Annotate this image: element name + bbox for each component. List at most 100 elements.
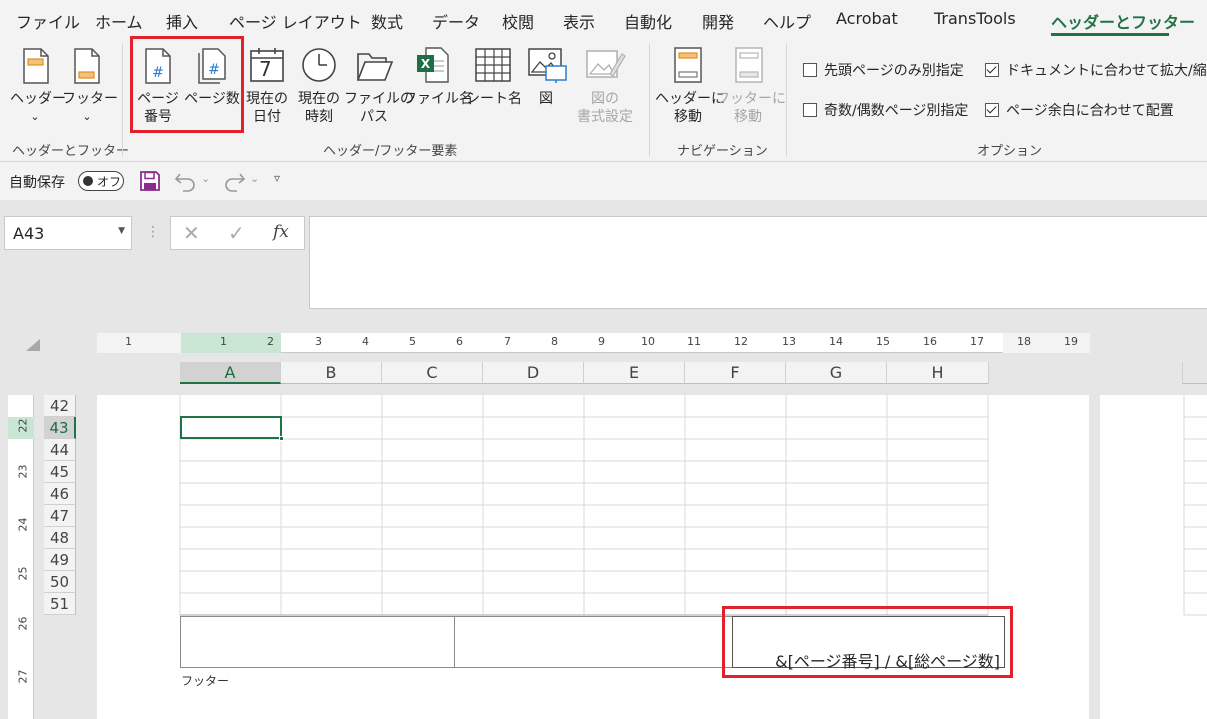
file-name-label: ファイル名 (403, 91, 473, 107)
row-header-47[interactable]: 47 (44, 505, 76, 527)
row-header-43[interactable]: 43 (44, 417, 76, 439)
column-header-g[interactable]: G (786, 362, 887, 384)
active-tab-underline (1051, 33, 1169, 36)
row-header-45[interactable]: 45 (44, 461, 76, 483)
footer-button[interactable]: フッター ⌄ (62, 90, 118, 126)
current-time-label-2: 時刻 (305, 109, 333, 125)
ruler-margin-left (97, 333, 181, 353)
goto-footer-button[interactable]: フッターに 移動 (716, 90, 786, 126)
caret-down-icon[interactable]: ▼ (118, 226, 125, 236)
tab-home[interactable]: ホーム (95, 9, 143, 33)
row-header-44[interactable]: 44 (44, 439, 76, 461)
tab-review[interactable]: 校閲 (502, 9, 534, 33)
row-header-42[interactable]: 42 (44, 395, 76, 417)
column-header-c[interactable]: C (382, 362, 483, 384)
sheet-area: 1 1 2 3 4 5 6 7 8 9 10 11 12 13 14 15 16… (0, 315, 1207, 719)
name-box[interactable]: A43 ▼ (4, 216, 132, 250)
tab-file[interactable]: ファイル (16, 9, 80, 33)
autosave-toggle[interactable]: オフ (78, 171, 124, 191)
column-header-f[interactable]: F (685, 362, 786, 384)
confirm-icon[interactable]: ✓ (228, 221, 245, 245)
tab-automate[interactable]: 自動化 (624, 9, 672, 33)
tab-view[interactable]: 表示 (563, 9, 595, 33)
column-header-a[interactable]: A (180, 362, 281, 384)
ruler-number: 11 (687, 335, 701, 348)
goto-header-label-1: ヘッダーに (655, 91, 725, 107)
ruler-number: 12 (734, 335, 748, 348)
ruler-number: 3 (315, 335, 322, 348)
cancel-icon[interactable]: ✕ (183, 221, 200, 245)
checkbox-align-with-margins[interactable] (985, 103, 999, 117)
option-scale-with-document[interactable]: ドキュメントに合わせて拡大/縮小 (985, 60, 1207, 80)
fill-handle[interactable] (279, 436, 284, 441)
row-header-46[interactable]: 46 (44, 483, 76, 505)
active-cell-a43[interactable] (180, 416, 282, 439)
formula-button-group: ✕ ✓ fx (170, 216, 305, 250)
vertical-ruler-number: 23 (16, 464, 30, 479)
tab-developer[interactable]: 開発 (702, 9, 734, 33)
tab-insert[interactable]: 挿入 (166, 9, 198, 33)
undo-icon[interactable] (174, 170, 198, 196)
file-name-button[interactable]: ファイル名 (403, 90, 473, 108)
column-header-h[interactable]: H (887, 362, 989, 384)
chevron-down-icon: ⌄ (82, 110, 92, 123)
group-separator (649, 44, 650, 156)
clock-icon (301, 47, 337, 87)
save-icon[interactable] (140, 171, 160, 195)
next-page-preview (1100, 395, 1207, 719)
header-button[interactable]: ヘッダー ⌄ (10, 90, 66, 126)
tab-transtools[interactable]: TransTools (934, 9, 1016, 28)
option-different-odd-even[interactable]: 奇数/偶数ページ別指定 (803, 100, 968, 120)
customize-qat-icon[interactable]: ▿ (274, 171, 280, 185)
row-header-48[interactable]: 48 (44, 527, 76, 549)
select-all-corner[interactable] (26, 339, 40, 351)
option-align-with-margins[interactable]: ページ余白に合わせて配置 (985, 100, 1174, 120)
format-picture-button[interactable]: 図の 書式設定 (570, 90, 640, 126)
goto-header-button[interactable]: ヘッダーに 移動 (655, 90, 725, 126)
ruler-number: 16 (923, 335, 937, 348)
row-header-49[interactable]: 49 (44, 549, 76, 571)
footer-button-label: フッター (62, 91, 118, 107)
ruler-number: 1 (220, 335, 227, 348)
chevron-down-icon[interactable]: ⌄ (201, 172, 210, 185)
current-time-button[interactable]: 現在の 時刻 (294, 90, 344, 126)
next-page-grid (1183, 395, 1207, 616)
file-path-label-2: パス (360, 109, 388, 125)
calendar-day: 7 (259, 57, 272, 81)
picture-button[interactable]: 図 (531, 90, 561, 108)
tab-data[interactable]: データ (432, 9, 480, 33)
autosave-state: オフ (97, 175, 122, 189)
goto-footer-label-2: 移動 (734, 109, 762, 125)
row-header-50[interactable]: 50 (44, 571, 76, 593)
current-date-button[interactable]: 現在の 日付 (242, 90, 292, 126)
tab-header-footer[interactable]: ヘッダーとフッター (1051, 9, 1195, 33)
column-header-e[interactable]: E (584, 362, 685, 384)
column-header-d[interactable]: D (483, 362, 584, 384)
group-separator (786, 44, 787, 156)
file-path-button[interactable]: ファイルの パス (344, 90, 414, 126)
checkbox-scale-with-document[interactable] (985, 63, 999, 77)
option-different-first-page[interactable]: 先頭ページのみ別指定 (803, 60, 964, 80)
chevron-down-icon[interactable]: ⌄ (250, 172, 259, 185)
footer-left-section[interactable] (180, 616, 455, 668)
tab-acrobat[interactable]: Acrobat (836, 9, 898, 28)
row-header-51[interactable]: 51 (44, 593, 76, 615)
formula-input[interactable] (309, 216, 1207, 309)
tab-page-layout[interactable]: ページ レイアウト (229, 9, 362, 33)
ruler-number: 8 (551, 335, 558, 348)
ruler-number: 14 (829, 335, 843, 348)
sheet-name-button[interactable]: シート名 (466, 90, 522, 108)
ruler-number: 7 (504, 335, 511, 348)
ruler-number: 19 (1064, 335, 1078, 348)
vertical-ruler: 22 23 24 25 26 27 (8, 395, 34, 719)
more-options-icon[interactable]: ⋮ (146, 224, 160, 240)
tab-formulas[interactable]: 数式 (371, 9, 403, 33)
goto-footer-label-1: フッターに (716, 91, 786, 107)
insert-function-icon[interactable]: fx (273, 222, 289, 242)
redo-icon[interactable] (222, 170, 246, 196)
checkbox-different-first-page[interactable] (803, 63, 817, 77)
tab-help[interactable]: ヘルプ (763, 9, 811, 33)
footer-center-section[interactable] (455, 616, 732, 668)
column-header-b[interactable]: B (281, 362, 382, 384)
checkbox-different-odd-even[interactable] (803, 103, 817, 117)
